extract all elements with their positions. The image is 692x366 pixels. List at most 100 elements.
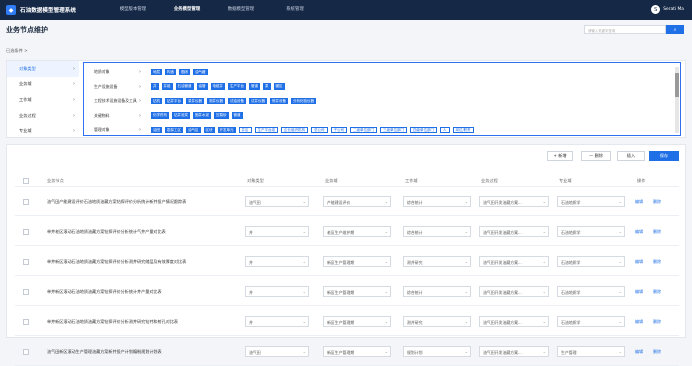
- filter-scrollbar[interactable]: [675, 67, 679, 133]
- work-select[interactable]: 综合统计 ⌄: [403, 196, 471, 207]
- add-button[interactable]: + 新增: [547, 151, 573, 161]
- major-select[interactable]: 石油地质学 ⌄: [557, 316, 625, 327]
- filter-tag[interactable]: 管道: [249, 83, 260, 90]
- type-select[interactable]: 井 ⌄: [245, 286, 309, 297]
- delete-link[interactable]: 删除: [653, 349, 661, 355]
- major-select[interactable]: 石油地质学 ⌄: [557, 286, 625, 297]
- delete-link[interactable]: 删除: [653, 319, 661, 325]
- filter-tag[interactable]: 油气区: [186, 126, 201, 134]
- filter-tag[interactable]: 地层: [151, 68, 162, 76]
- process-select[interactable]: 油气田开发油藏方案... ⌄: [479, 346, 549, 357]
- row-checkbox[interactable]: [23, 349, 29, 355]
- row-checkbox[interactable]: [23, 289, 29, 295]
- process-select[interactable]: 油气田开发油藏方案... ⌄: [479, 256, 549, 267]
- filter-category-0[interactable]: 对象类型 ›: [7, 61, 79, 77]
- filter-tag[interactable]: 钻机: [151, 97, 162, 105]
- filter-tag[interactable]: 四级单位部门: [410, 126, 437, 134]
- filter-tag[interactable]: 总公司: [311, 126, 328, 134]
- filter-tag[interactable]: 测井仪器: [207, 97, 225, 105]
- type-select[interactable]: 井 ⌄: [245, 226, 309, 237]
- filter-tag[interactable]: 罐区: [273, 83, 285, 90]
- filter-tag[interactable]: 泵: [263, 83, 271, 90]
- filter-tag[interactable]: 人: [440, 126, 450, 134]
- filter-tag[interactable]: 岗位/职责: [452, 126, 474, 134]
- domain-select[interactable]: 新区生产管理期 ⌄: [323, 256, 391, 267]
- work-select[interactable]: 综合统计 ⌄: [403, 286, 471, 297]
- filter-tag[interactable]: 分析化验仪器: [291, 97, 316, 105]
- delete-link[interactable]: 删除: [653, 229, 661, 235]
- filter-category-1[interactable]: 业务域 ›: [7, 77, 79, 93]
- search-input[interactable]: 请输入关键字查询: [584, 25, 666, 34]
- filter-tag[interactable]: 油气藏: [193, 68, 208, 76]
- major-select[interactable]: 石油地质学 ⌄: [557, 226, 625, 237]
- filter-tag[interactable]: 化学药剂: [151, 112, 169, 119]
- filter-tag[interactable]: 开发单元: [217, 126, 236, 134]
- delete-link[interactable]: 删除: [653, 259, 661, 265]
- edit-link[interactable]: 编辑: [635, 319, 643, 325]
- nav-system[interactable]: 系统管理: [268, 0, 322, 20]
- filter-tag[interactable]: 电缆井: [210, 83, 225, 90]
- process-select[interactable]: 油气田开发油藏方案... ⌄: [479, 196, 549, 207]
- process-select[interactable]: 油气田开发油藏方案... ⌄: [479, 286, 549, 297]
- filter-tag[interactable]: 井组: [161, 83, 173, 90]
- filter-tag[interactable]: 井区: [238, 126, 252, 134]
- work-select[interactable]: 综合统计 ⌄: [403, 226, 471, 237]
- filter-tag[interactable]: 试油设备: [228, 97, 246, 105]
- filter-tag[interactable]: 录井仪器: [186, 97, 204, 105]
- insert-button[interactable]: 插入: [617, 151, 645, 161]
- filter-tag[interactable]: 钻井平台: [165, 97, 183, 105]
- row-checkbox[interactable]: [23, 199, 29, 205]
- domain-select[interactable]: 新区生产管理期 ⌄: [323, 316, 391, 327]
- filter-tag[interactable]: 生产平台组: [254, 126, 278, 134]
- work-select[interactable]: 规划计划 ⌄: [403, 346, 471, 357]
- filter-tag[interactable]: 固井水泥: [193, 112, 211, 119]
- major-select[interactable]: 生产管理 ⌄: [557, 346, 625, 357]
- edit-link[interactable]: 编辑: [635, 259, 643, 265]
- domain-select[interactable]: 老区生产维护期 ⌄: [323, 226, 391, 237]
- nav-business-model[interactable]: 业务模型管理: [160, 0, 214, 20]
- work-select[interactable]: 测井研究 ⌄: [403, 316, 471, 327]
- user-menu[interactable]: S Serati Ma: [651, 5, 684, 14]
- major-select[interactable]: 石油地质学 ⌄: [557, 196, 625, 207]
- filter-tag[interactable]: 三级单位部门: [380, 126, 407, 134]
- filter-tag[interactable]: 试井仪器: [249, 97, 267, 105]
- filter-tag[interactable]: 勘探工区: [165, 126, 183, 134]
- filter-tag[interactable]: 修井设备: [270, 97, 288, 105]
- edit-link[interactable]: 编辑: [635, 289, 643, 295]
- type-select[interactable]: 井 ⌄: [245, 316, 309, 327]
- filter-tag[interactable]: 井: [151, 83, 159, 90]
- domain-select[interactable]: 新区生产管理期 ⌄: [323, 286, 391, 297]
- row-checkbox[interactable]: [23, 229, 29, 235]
- delete-link[interactable]: 删除: [653, 289, 661, 295]
- process-select[interactable]: 油气田开发油藏方案... ⌄: [479, 226, 549, 237]
- filter-tag[interactable]: 子公司: [330, 126, 347, 134]
- filter-tag[interactable]: 二级单位部门: [350, 126, 377, 134]
- filter-tag[interactable]: 圈闭: [179, 68, 190, 76]
- type-select[interactable]: 油气田 ⌄: [245, 346, 309, 357]
- filter-category-2[interactable]: 工作域 ›: [7, 92, 79, 108]
- filter-tag[interactable]: 压裂砂: [214, 112, 229, 119]
- filter-tag[interactable]: 生产平台: [228, 83, 246, 90]
- nav-data-model[interactable]: 数据模型管理: [214, 0, 268, 20]
- row-checkbox[interactable]: [23, 319, 29, 325]
- save-button[interactable]: 保存: [649, 151, 679, 161]
- filter-category-3[interactable]: 业务过程 ›: [7, 108, 79, 124]
- edit-link[interactable]: 编辑: [635, 229, 643, 235]
- filter-tag[interactable]: 区块: [203, 126, 215, 134]
- filter-tag[interactable]: 石油管道: [175, 83, 194, 90]
- type-select[interactable]: 油气田 ⌄: [245, 196, 309, 207]
- domain-select[interactable]: 产能建设评价 ⌄: [323, 196, 391, 207]
- row-checkbox[interactable]: [23, 259, 29, 265]
- filter-category-4[interactable]: 专业域 ›: [7, 123, 79, 139]
- filter-tag[interactable]: 油管: [196, 83, 208, 90]
- major-select[interactable]: 石油地质学 ⌄: [557, 256, 625, 267]
- filter-tag[interactable]: 企业组织机构: [281, 126, 308, 134]
- process-select[interactable]: 油气田开发油藏方案... ⌄: [479, 316, 549, 327]
- filter-tag[interactable]: 管道: [231, 112, 243, 119]
- select-all-checkbox[interactable]: [23, 177, 29, 184]
- domain-select[interactable]: 新区生产管理期 ⌄: [323, 346, 391, 357]
- filter-tag[interactable]: 钻井泥浆: [172, 112, 190, 119]
- delete-button[interactable]: — 删除: [581, 151, 611, 161]
- filter-tag[interactable]: 油田: [151, 126, 162, 134]
- filter-tag[interactable]: 构造: [165, 68, 176, 76]
